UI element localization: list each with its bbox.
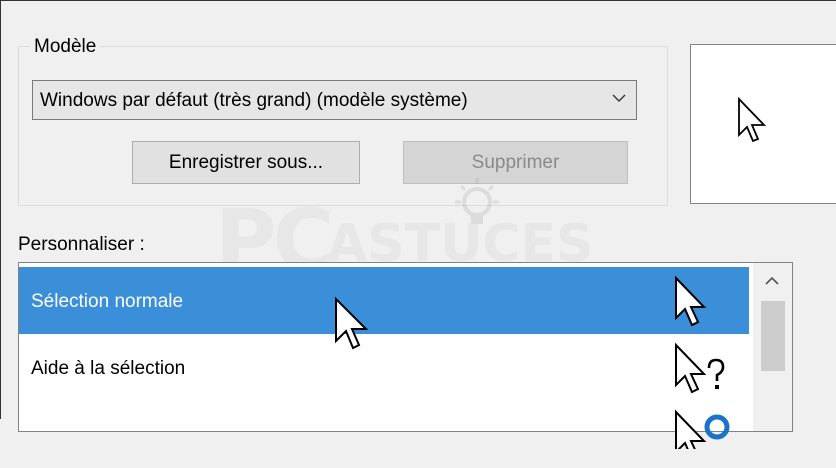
list-item[interactable] [19,401,749,468]
help-cursor-icon [675,342,725,394]
window-top-border [0,0,836,1]
cursor-preview [690,44,836,204]
cursor-list[interactable]: Sélection normale Aide à la sélection [18,262,793,449]
scroll-up-arrow-icon[interactable] [765,276,779,285]
scrollbar-thumb[interactable] [761,301,785,371]
customize-label: Personnaliser : [18,234,145,255]
list-item-label: Aide à la sélection [31,358,186,379]
list-item[interactable]: Aide à la sélection [19,334,749,401]
delete-button[interactable]: Supprimer [403,141,628,184]
scheme-select-value: Windows par défaut (très grand) (modèle … [40,90,468,111]
working-cursor-icon [675,409,730,449]
list-scrollbar[interactable] [753,263,792,431]
list-item[interactable]: Sélection normale [19,267,749,334]
arrow-cursor-icon [675,275,707,327]
arrow-cursor-icon [738,97,767,143]
window-left-border [0,0,1,419]
chevron-down-icon [612,94,626,102]
scheme-select[interactable]: Windows par défaut (très grand) (modèle … [32,80,637,120]
list-item-label: Sélection normale [31,291,184,312]
model-group-legend: Modèle [30,36,101,58]
save-as-button[interactable]: Enregistrer sous... [132,141,360,184]
mouse-pointer-icon [335,296,369,350]
